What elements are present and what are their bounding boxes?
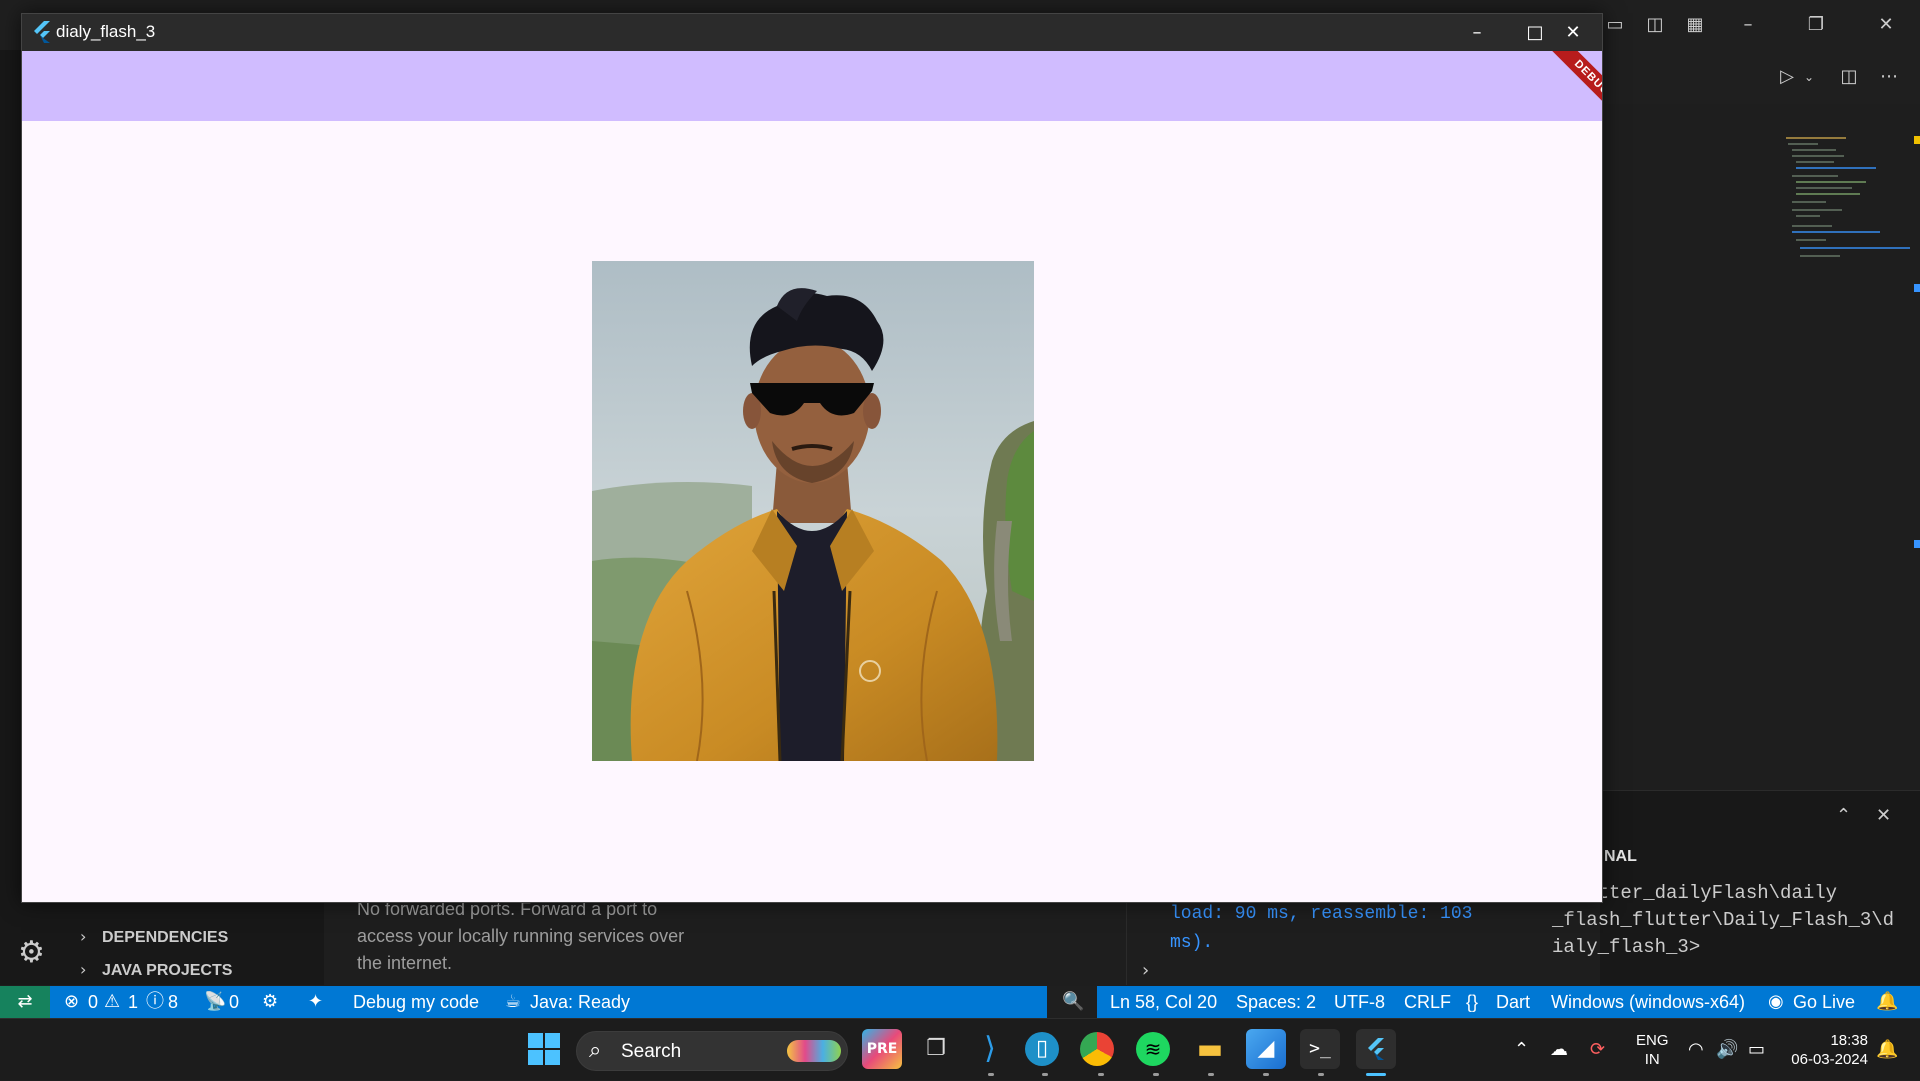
app-minimize-button[interactable]: – — [1448, 14, 1506, 51]
flutter-app-window: dialy_flash_3 – □ ✕ DEBUG — [21, 13, 1603, 903]
spotify-icon[interactable]: ≋ — [1136, 1032, 1170, 1066]
flutter-device[interactable]: Windows (windows-x64) — [1551, 986, 1745, 1018]
scrollbar-marker — [1914, 284, 1920, 292]
customize-layout-icon[interactable]: ▦ — [1684, 14, 1706, 36]
language-indicator[interactable]: ENG IN — [1636, 1031, 1669, 1069]
task-view-icon[interactable]: ❐ — [916, 1029, 956, 1069]
error-icon[interactable]: ⊗ — [64, 986, 79, 1018]
notification-bell-icon[interactable]: 🔔 — [1876, 1019, 1898, 1081]
battery-icon[interactable]: ▭ — [1748, 1019, 1765, 1081]
debug-my-code-button[interactable]: Debug my code — [353, 986, 479, 1018]
copilot-app-icon[interactable]: PRE — [862, 1029, 902, 1069]
run-dropdown-icon[interactable]: ⌄ — [1798, 66, 1820, 88]
settings-gear-icon[interactable]: ⚙ — [18, 935, 45, 970]
info-icon[interactable]: ⓘ — [146, 986, 164, 1018]
app-close-button[interactable]: ✕ — [1544, 14, 1602, 51]
file-explorer-icon[interactable]: ▬ — [1190, 1029, 1230, 1069]
status-bar: ⇄ ⊗ 0 ⚠ 1 ⓘ 8 📡 0 ⚙ ✦ Debug my code ☕ Ja… — [0, 986, 1920, 1018]
ports-count[interactable]: 0 — [229, 986, 239, 1018]
warning-icon[interactable]: ⚠ — [104, 986, 120, 1018]
flutter-app-taskbar-icon[interactable] — [1356, 1029, 1396, 1069]
notifications-icon[interactable]: 🔔 — [1876, 986, 1898, 1018]
copilot-icon[interactable]: ✦ — [308, 986, 323, 1018]
warning-count[interactable]: 1 — [128, 986, 138, 1018]
zoom-icon[interactable]: 🔍 — [1062, 986, 1084, 1018]
app-titlebar[interactable]: dialy_flash_3 – □ ✕ — [22, 14, 1602, 51]
toggle-secondary-sidebar-icon[interactable]: ◫ — [1644, 14, 1666, 36]
cursor-position[interactable]: Ln 58, Col 20 — [1110, 986, 1217, 1018]
ports-icon[interactable]: 📡 — [204, 986, 226, 1018]
run-icon[interactable]: ▷ — [1776, 66, 1798, 88]
debug-console-output: load: 90 ms, reassemble: 103 ms). — [1170, 904, 1473, 953]
vscode-restore-button[interactable]: ❐ — [1796, 10, 1836, 40]
debug-banner: DEBUG — [1522, 51, 1602, 131]
editor-actions-bar: ▷ ⌄ ◫ ⋯ — [1604, 50, 1920, 104]
show-hidden-icons-icon[interactable]: ⌃ — [1514, 1019, 1529, 1081]
sync-icon[interactable]: ⟳ — [1590, 1019, 1605, 1081]
search-highlight-icon — [787, 1040, 841, 1062]
app-icon-blue[interactable]: ▯ — [1025, 1032, 1059, 1066]
photos-app-icon[interactable]: ◢ — [1246, 1029, 1286, 1069]
close-panel-icon[interactable]: ✕ — [1876, 805, 1891, 826]
dependencies-section[interactable]: DEPENDENCIES — [102, 929, 228, 947]
wifi-icon[interactable]: ◠ — [1688, 1019, 1704, 1081]
taskbar-search-box[interactable]: ⌕ Search — [576, 1031, 848, 1071]
onedrive-cloud-icon[interactable]: ☁ — [1550, 1019, 1568, 1081]
scrollbar-marker — [1914, 136, 1920, 144]
language-region: IN — [1644, 1051, 1660, 1068]
debug-icon[interactable]: ⚙ — [262, 986, 278, 1018]
go-live-icon[interactable]: ◉ — [1768, 986, 1784, 1018]
terminal-app-icon[interactable]: >_ — [1300, 1029, 1340, 1069]
chevron-right-icon: › — [80, 960, 87, 979]
clock-date: 06-03-2024 — [1791, 1051, 1868, 1068]
java-status[interactable]: Java: Ready — [530, 986, 630, 1018]
tab-terminal[interactable]: NAL — [1604, 848, 1637, 866]
error-count[interactable]: 0 — [88, 986, 98, 1018]
split-editor-icon[interactable]: ◫ — [1838, 66, 1860, 88]
vscode-minimize-button[interactable]: – — [1728, 10, 1768, 40]
chevron-right-icon: › — [80, 927, 87, 946]
app-window-title: dialy_flash_3 — [56, 22, 156, 41]
language-mode[interactable]: Dart — [1496, 986, 1530, 1018]
search-label: Search — [621, 1041, 682, 1062]
volume-icon[interactable]: 🔊 — [1716, 1019, 1738, 1081]
vscode-close-button[interactable]: ✕ — [1866, 10, 1906, 40]
search-icon: ⌕ — [589, 1038, 602, 1063]
info-count[interactable]: 8 — [168, 986, 178, 1018]
java-projects-section[interactable]: JAVA PROJECTS — [102, 962, 232, 980]
terminal-output[interactable]: \flutter_dailyFlash\daily _flash_flutter… — [1552, 880, 1902, 961]
minimap[interactable] — [1784, 135, 1910, 265]
java-icon[interactable]: ☕ — [505, 986, 521, 1018]
debug-banner-label: DEBUG — [1543, 51, 1602, 127]
maximize-panel-icon[interactable]: ⌃ — [1836, 805, 1851, 826]
encoding[interactable]: UTF-8 — [1334, 986, 1385, 1018]
app-bar — [22, 51, 1602, 121]
indentation[interactable]: Spaces: 2 — [1236, 986, 1316, 1018]
more-actions-icon[interactable]: ⋯ — [1878, 66, 1900, 88]
start-windows-icon[interactable] — [528, 1033, 560, 1065]
taskbar-clock[interactable]: 18:38 06-03-2024 — [1784, 1031, 1868, 1069]
clock-time: 18:38 — [1830, 1032, 1868, 1049]
editor-scrollbar[interactable] — [1914, 136, 1920, 556]
scrollbar-marker — [1914, 540, 1920, 548]
remote-indicator-icon[interactable]: ⇄ — [0, 986, 50, 1018]
chrome-icon[interactable] — [1080, 1032, 1114, 1066]
braces-icon[interactable]: {} — [1466, 986, 1478, 1018]
language-code: ENG — [1636, 1032, 1669, 1049]
go-live-button[interactable]: Go Live — [1793, 986, 1855, 1018]
end-of-line[interactable]: CRLF — [1404, 986, 1451, 1018]
debug-input-chevron-icon[interactable]: › — [1142, 960, 1149, 981]
vscode-app-icon[interactable]: ⟩ — [970, 1029, 1010, 1069]
portrait-photo — [592, 261, 1034, 761]
flutter-logo-icon — [34, 21, 50, 43]
ports-empty-message: No forwarded ports. Forward a port to ac… — [357, 899, 685, 973]
toggle-panel-icon[interactable]: ▭ — [1604, 14, 1626, 36]
windows-taskbar: ⌕ Search PRE ❐ ⟩ ▯ ≋ ▬ ◢ >_ ⌃ ☁ ⟳ ENG IN… — [0, 1018, 1920, 1080]
